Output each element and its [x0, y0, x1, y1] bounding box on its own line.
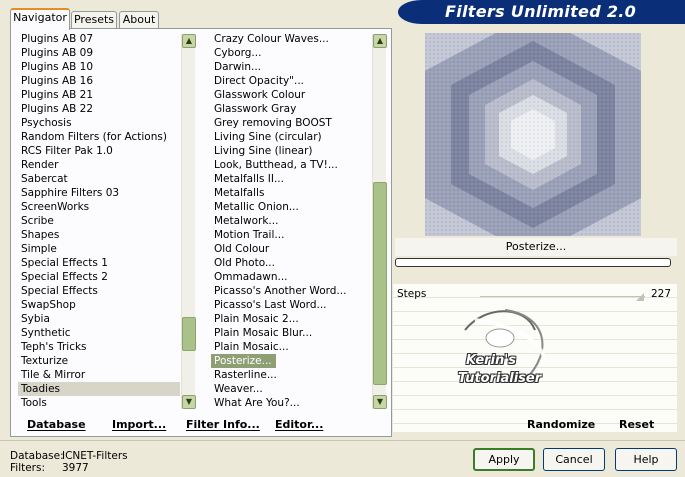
- list-item[interactable]: Scribe: [18, 214, 180, 228]
- tab-about[interactable]: About: [119, 11, 159, 29]
- list-item[interactable]: Plugins AB 07: [18, 32, 180, 46]
- preview-image: [425, 33, 641, 236]
- help-button[interactable]: Help: [615, 448, 677, 471]
- reset-button[interactable]: Reset: [619, 418, 654, 431]
- scroll-up-icon[interactable]: ▲: [182, 34, 196, 48]
- list-item[interactable]: Old Colour: [211, 242, 371, 256]
- list-item[interactable]: Rasterline...: [211, 368, 371, 382]
- apply-button[interactable]: Apply: [473, 448, 535, 471]
- list-item[interactable]: Plain Mosaic...: [211, 340, 371, 354]
- database-value: ICNET-Filters: [62, 450, 128, 462]
- filter-scrollbar[interactable]: ▲ ▼: [372, 34, 387, 409]
- list-item[interactable]: RCS Filter Pak 1.0: [18, 144, 180, 158]
- list-item[interactable]: Picasso's Last Word...: [211, 298, 371, 312]
- import-button[interactable]: Import...: [112, 418, 166, 431]
- list-item[interactable]: Plain Mosaic Blur...: [211, 326, 371, 340]
- randomize-button[interactable]: Randomize: [527, 418, 595, 431]
- list-item[interactable]: Tile & Mirror: [18, 368, 180, 382]
- list-item[interactable]: Sapphire Filters 03: [18, 186, 180, 200]
- list-item[interactable]: Sybia: [18, 312, 180, 326]
- list-item[interactable]: Metalfalls: [211, 186, 371, 200]
- list-item[interactable]: Weaver...: [211, 382, 371, 396]
- param-steps-label: Steps: [397, 288, 427, 300]
- filter-list[interactable]: Crazy Colour Waves... Cyborg... Darwin... D…: [211, 32, 371, 412]
- list-item[interactable]: Simple: [18, 242, 180, 256]
- category-list[interactable]: Plugins AB 07 Plugins AB 09 Plugins AB 10 P…: [18, 32, 180, 412]
- list-item[interactable]: Metalfalls II...: [211, 172, 371, 186]
- list-item[interactable]: Render: [18, 158, 180, 172]
- database-label: Database:: [10, 450, 64, 462]
- list-item[interactable]: Crazy Colour Waves...: [211, 32, 371, 46]
- list-item[interactable]: Special Effects 1: [18, 256, 180, 270]
- list-item[interactable]: Shapes: [18, 228, 180, 242]
- list-item[interactable]: Psychosis: [18, 116, 180, 130]
- list-item[interactable]: Picasso's Another Word...: [211, 284, 371, 298]
- filters-value: 3977: [62, 462, 89, 474]
- list-item[interactable]: ScreenWorks: [18, 200, 180, 214]
- filters-label: Filters:: [10, 462, 46, 474]
- list-item[interactable]: Plain Mosaic 2...: [211, 312, 371, 326]
- list-item[interactable]: Motion Trail...: [211, 228, 371, 242]
- filter-info-button[interactable]: Filter Info...: [186, 418, 260, 431]
- list-item[interactable]: Living Sine (linear): [211, 144, 371, 158]
- filter-scroll-thumb[interactable]: [373, 182, 387, 385]
- scroll-down-icon[interactable]: ▼: [182, 395, 196, 409]
- cancel-button[interactable]: Cancel: [543, 448, 605, 471]
- tab-navigator[interactable]: Navigator: [10, 8, 70, 30]
- divider: [0, 440, 685, 441]
- app-title: Filters Unlimited 2.0: [445, 2, 637, 21]
- list-item[interactable]: Darwin...: [211, 60, 371, 74]
- list-item[interactable]: Glasswork Gray: [211, 102, 371, 116]
- param-steps-slider[interactable]: [480, 296, 645, 297]
- list-item[interactable]: Texturize: [18, 354, 180, 368]
- list-item[interactable]: Grey removing BOOST: [211, 116, 371, 130]
- list-item[interactable]: Old Photo...: [211, 256, 371, 270]
- list-item[interactable]: Synthetic: [18, 326, 180, 340]
- list-item[interactable]: Teph's Tricks: [18, 340, 180, 354]
- param-steps-value: 227: [651, 288, 672, 300]
- list-item[interactable]: Glasswork Colour: [211, 88, 371, 102]
- list-item[interactable]: Cyborg...: [211, 46, 371, 60]
- list-item[interactable]: Special Effects 2: [18, 270, 180, 284]
- list-item[interactable]: What Are You?...: [211, 396, 371, 410]
- progress-bar: [395, 258, 671, 267]
- current-filter-label: Posterize...: [395, 238, 677, 256]
- database-button[interactable]: Database: [27, 418, 86, 431]
- category-scrollbar[interactable]: ▲ ▼: [181, 34, 196, 409]
- list-item[interactable]: Metallic Onion...: [211, 200, 371, 214]
- list-item[interactable]: Tools: [18, 396, 180, 410]
- list-item[interactable]: Plugins AB 10: [18, 60, 180, 74]
- list-item[interactable]: Toadies: [18, 382, 180, 396]
- watermark-line1: Kerin's: [466, 353, 517, 368]
- scroll-down-icon[interactable]: ▼: [373, 395, 387, 409]
- editor-button[interactable]: Editor...: [275, 418, 323, 431]
- list-item[interactable]: Metalwork...: [211, 214, 371, 228]
- scroll-up-icon[interactable]: ▲: [373, 34, 387, 48]
- list-item[interactable]: Direct Opacity"...: [211, 74, 371, 88]
- list-item[interactable]: Posterize...: [211, 354, 276, 368]
- tab-presets[interactable]: Presets: [71, 11, 117, 29]
- slider-handle-icon[interactable]: [636, 291, 644, 301]
- list-item[interactable]: Random Filters (for Actions): [18, 130, 180, 144]
- list-item[interactable]: Plugins AB 09: [18, 46, 180, 60]
- list-item[interactable]: Plugins AB 22: [18, 102, 180, 116]
- list-item[interactable]: Plugins AB 21: [18, 88, 180, 102]
- list-item[interactable]: Sabercat: [18, 172, 180, 186]
- list-item[interactable]: Living Sine (circular): [211, 130, 371, 144]
- category-scroll-thumb[interactable]: [182, 317, 196, 351]
- list-item[interactable]: SwapShop: [18, 298, 180, 312]
- list-item[interactable]: Look, Butthead, a TV!...: [211, 158, 371, 172]
- list-item[interactable]: Special Effects: [18, 284, 180, 298]
- watermark-line2: Tutorialiser: [458, 371, 542, 386]
- list-item[interactable]: Plugins AB 16: [18, 74, 180, 88]
- list-item[interactable]: Ommadawn...: [211, 270, 371, 284]
